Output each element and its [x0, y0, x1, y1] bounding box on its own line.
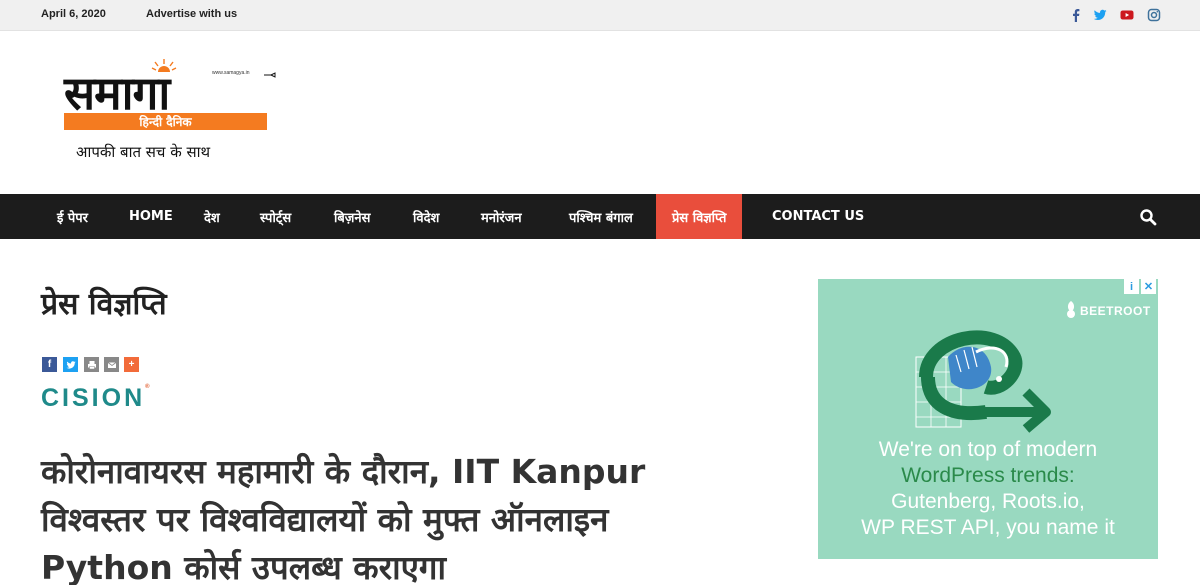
nav-item-epaper[interactable]: ई पेपर: [57, 194, 88, 239]
logo-tagline: आपकी बात सच के साथ: [76, 143, 211, 161]
ad-line-3: Gutenberg, Roots.io,: [891, 490, 1085, 513]
facebook-icon[interactable]: f: [42, 357, 57, 372]
nav-item-contact-us[interactable]: CONTACT US: [772, 194, 864, 239]
print-icon[interactable]: [84, 357, 99, 372]
ad-line-1: We're on top of modern: [878, 438, 1098, 461]
nav-item-videsh[interactable]: विदेश: [413, 194, 439, 239]
nav-item-home[interactable]: HOME: [129, 194, 173, 239]
ad-illustration: [915, 330, 1051, 433]
email-icon[interactable]: [104, 357, 119, 372]
youtube-icon[interactable]: [1120, 8, 1134, 22]
nav-item-desh[interactable]: देश: [204, 194, 220, 239]
pen-nib-icon: [264, 72, 276, 78]
twitter-icon[interactable]: [63, 357, 78, 372]
main-nav: ई पेपर HOME देश स्पोर्ट्स बिज़नेस विदेश …: [0, 194, 1200, 239]
advertise-link[interactable]: Advertise with us: [146, 8, 237, 20]
current-date: April 6, 2020: [41, 8, 106, 20]
ad-badge[interactable]: i ✕: [1124, 279, 1156, 294]
site-logo[interactable]: समागा www.samagya.in हिन्दी दैनिक आपकी ब…: [64, 58, 284, 168]
article-headline[interactable]: कोरोनावायरस महामारी के दौरान, IIT Kanpur…: [41, 448, 731, 585]
top-bar: April 6, 2020 Advertise with us: [0, 0, 1200, 31]
facebook-icon[interactable]: [1069, 8, 1083, 22]
ad-copy: We're on top of modern WordPress trends:…: [818, 437, 1158, 541]
nav-item-business[interactable]: बिज़नेस: [334, 194, 370, 239]
twitter-icon[interactable]: [1093, 8, 1107, 22]
nav-item-sports[interactable]: स्पोर्ट्स: [260, 194, 291, 239]
instagram-icon[interactable]: [1147, 8, 1161, 22]
ad-line-2: WordPress trends:: [901, 464, 1075, 487]
search-icon[interactable]: [1139, 208, 1157, 226]
nav-item-manoranjan[interactable]: मनोरंजन: [481, 194, 522, 239]
logo-wordmark: समागा: [64, 66, 170, 120]
nav-item-press-release[interactable]: प्रेस विज्ञप्ति: [656, 194, 743, 239]
cision-logo: CISION®: [41, 384, 150, 412]
logo-band: हिन्दी दैनिक: [64, 113, 267, 130]
logo-site-url: www.samagya.in: [212, 70, 250, 76]
plus-icon[interactable]: +: [124, 357, 139, 372]
adchoices-icon[interactable]: i: [1124, 279, 1139, 294]
ad-brand: BEETROOT: [1080, 304, 1151, 318]
page-title: प्रेस विज्ञप्ति: [41, 287, 167, 322]
nav-item-paschim-bangal[interactable]: पश्चिम बंगाल: [569, 194, 633, 239]
close-icon[interactable]: ✕: [1141, 279, 1156, 294]
advertisement[interactable]: i ✕ BEETROOT We're on top of modern Word…: [818, 279, 1158, 559]
ad-line-4: WP REST API, you name it: [861, 516, 1115, 539]
beetroot-leaf-icon: [1067, 301, 1075, 318]
